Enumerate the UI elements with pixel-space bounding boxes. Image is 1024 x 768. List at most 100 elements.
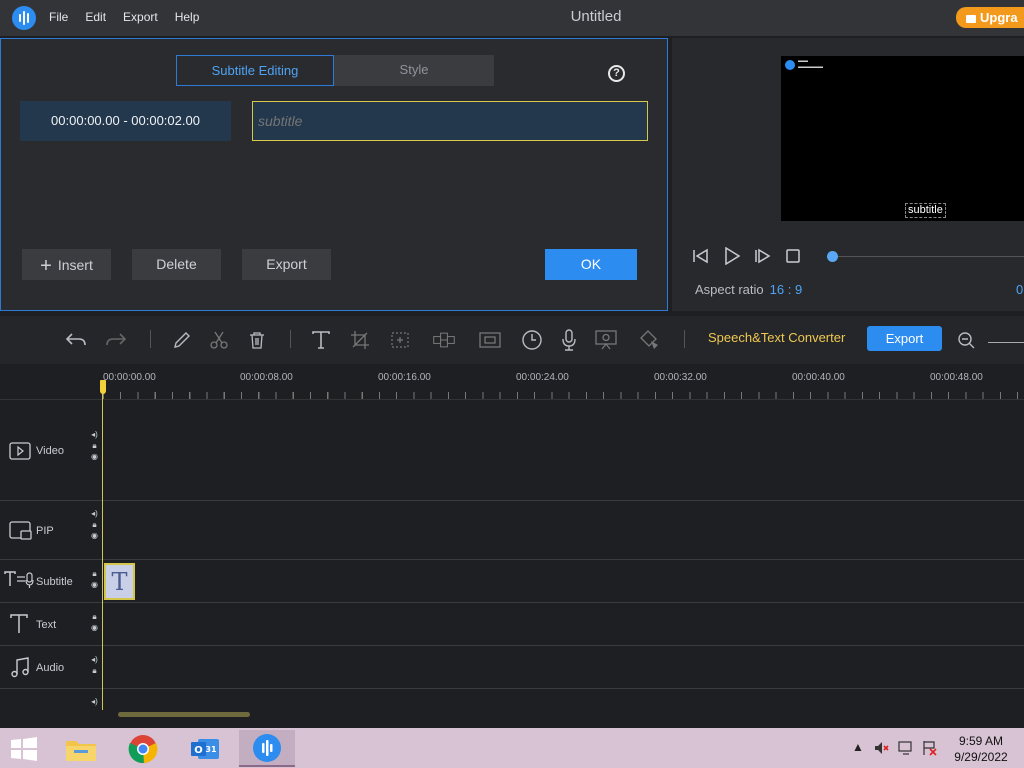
prev-frame-icon[interactable] xyxy=(692,248,710,269)
lock-icon[interactable]: 🔒︎ xyxy=(90,667,99,675)
clock-time: 9:59 AM xyxy=(958,734,1004,748)
ruler-label: 00:00:48.00 xyxy=(930,372,983,383)
speaker-icon[interactable]: ◂) xyxy=(90,656,99,664)
lock-icon[interactable]: 🔒︎ xyxy=(90,442,99,450)
seek-handle[interactable] xyxy=(827,251,838,262)
text-tool-icon[interactable] xyxy=(309,328,333,352)
split-scissors-icon[interactable] xyxy=(207,328,231,352)
ok-button[interactable]: OK xyxy=(545,249,637,280)
delete-button[interactable]: Delete xyxy=(132,249,221,280)
zoom-out-icon[interactable] xyxy=(954,328,978,352)
track-header: Audio ◂) 🔒︎ xyxy=(0,646,102,688)
outlook-icon[interactable]: O 31 xyxy=(177,730,233,767)
play-icon[interactable] xyxy=(723,246,741,270)
tab-style[interactable]: Style xyxy=(334,55,494,86)
preview-time-readout: 0 xyxy=(1016,282,1024,297)
windows-start-icon[interactable] xyxy=(10,737,38,766)
zoom-slider[interactable] xyxy=(988,342,1024,343)
edit-pencil-icon[interactable] xyxy=(170,328,194,352)
speaker-icon[interactable]: ◂) xyxy=(90,698,99,706)
window-title: Untitled xyxy=(570,8,622,25)
track-text[interactable]: Text 🔒︎ ◉ xyxy=(0,603,1024,646)
lock-icon[interactable]: 🔒︎ xyxy=(90,521,99,529)
mosaic-icon[interactable] xyxy=(432,328,456,352)
lock-icon xyxy=(966,15,976,23)
svg-text:O: O xyxy=(194,745,203,756)
next-frame-icon[interactable] xyxy=(754,248,772,269)
eye-icon[interactable]: ◉ xyxy=(90,532,99,540)
duration-clock-icon[interactable] xyxy=(520,328,544,352)
pip-frame-icon[interactable] xyxy=(478,328,502,352)
track-label: PIP xyxy=(36,525,54,537)
screen-record-icon[interactable] xyxy=(594,328,618,352)
toolbar-divider xyxy=(290,330,291,348)
chrome-icon[interactable] xyxy=(115,730,171,767)
microphone-icon[interactable] xyxy=(557,328,581,352)
lock-icon[interactable]: 🔒︎ xyxy=(90,570,99,578)
speaker-icon[interactable]: ◂) xyxy=(90,431,99,439)
subtitle-clip[interactable]: T xyxy=(104,563,135,600)
track-subtitle[interactable]: Subtitle 🔒︎ ◉ xyxy=(0,560,1024,603)
subtitle-editing-panel: Subtitle Editing Style ? 00:00:00.00 - 0… xyxy=(0,38,668,311)
ruler-label: 00:00:16.00 xyxy=(378,372,431,383)
track-header: Video ◂) 🔒︎ ◉ xyxy=(0,401,102,500)
subtitle-text-input[interactable] xyxy=(252,101,648,141)
eye-icon[interactable]: ◉ xyxy=(90,453,99,461)
preview-screen: ▬▬ ▬▬▬▬▬ subtitle xyxy=(781,56,1024,221)
track-pip[interactable]: PIP ◂) 🔒︎ ◉ xyxy=(0,501,1024,560)
system-clock[interactable]: 9:59 AM 9/29/2022 xyxy=(946,733,1016,765)
redo-icon[interactable] xyxy=(104,328,128,352)
stop-icon[interactable] xyxy=(785,248,801,269)
track-label: Subtitle xyxy=(36,576,73,588)
crop-icon[interactable] xyxy=(348,328,372,352)
video-editor-taskbar-icon[interactable] xyxy=(239,730,295,767)
track-controls: ◂) 🔒︎ ◉ xyxy=(90,431,99,461)
windows-taskbar: O 31 ▲ 9:59 AM 9/29/2022 xyxy=(0,728,1024,768)
preview-panel: ▬▬ ▬▬▬▬▬ subtitle Aspect ratio 16 : 9 0 xyxy=(672,38,1024,311)
resize-icon[interactable] xyxy=(388,328,412,352)
help-icon[interactable]: ? xyxy=(608,65,625,82)
track-controls: ◂) 🔒︎ ◉ xyxy=(90,510,99,540)
toolbar-divider xyxy=(684,330,685,348)
volume-muted-icon[interactable] xyxy=(874,740,890,759)
network-icon[interactable] xyxy=(898,740,914,759)
notification-alert-icon[interactable] xyxy=(922,740,938,759)
speaker-icon[interactable]: ◂) xyxy=(90,510,99,518)
toolbar-divider xyxy=(150,330,151,348)
track-label: Audio xyxy=(36,662,65,674)
preview-subtitle-text[interactable]: subtitle xyxy=(905,203,946,218)
export-button[interactable]: Export xyxy=(867,326,942,351)
insert-button[interactable]: + Insert xyxy=(22,249,111,280)
subtitle-track-icon xyxy=(4,571,38,594)
subtitle-time-range[interactable]: 00:00:00.00 - 00:00:02.00 xyxy=(20,101,231,141)
ruler-label: 00:00:32.00 xyxy=(654,372,707,383)
speech-text-converter[interactable]: Speech&Text Converter xyxy=(708,330,845,345)
undo-icon[interactable] xyxy=(64,328,88,352)
timeline-scrollbar[interactable] xyxy=(118,712,250,717)
export-subtitle-button[interactable]: Export xyxy=(242,249,331,280)
playhead-handle[interactable] xyxy=(100,380,106,394)
eye-icon[interactable]: ◉ xyxy=(90,581,99,589)
preview-app-logo-icon xyxy=(785,60,795,70)
aspect-ratio-value[interactable]: 16 : 9 xyxy=(770,282,803,297)
upgrade-button[interactable]: Upgra xyxy=(956,7,1024,28)
delete-trash-icon[interactable] xyxy=(245,328,269,352)
paint-bucket-icon[interactable] xyxy=(637,328,661,352)
track-audio-partial[interactable]: ◂) xyxy=(0,689,1024,728)
tray-overflow-icon[interactable]: ▲ xyxy=(852,740,864,754)
track-controls: ◂) xyxy=(90,698,99,706)
lock-icon[interactable]: 🔒︎ xyxy=(90,613,99,621)
seek-bar[interactable] xyxy=(838,256,1024,257)
timeline-ruler[interactable]: 00:00:00.00 00:00:08.00 00:00:16.00 00:0… xyxy=(0,364,1024,400)
track-audio[interactable]: Audio ◂) 🔒︎ xyxy=(0,646,1024,689)
tab-subtitle-editing[interactable]: Subtitle Editing xyxy=(176,55,334,86)
track-header: ◂) xyxy=(0,689,102,728)
eye-icon[interactable]: ◉ xyxy=(90,624,99,632)
text-track-icon xyxy=(10,614,28,639)
track-header: PIP ◂) 🔒︎ ◉ xyxy=(0,501,102,559)
clock-date: 9/29/2022 xyxy=(954,750,1008,764)
ruler-ticks xyxy=(103,392,1024,399)
track-video[interactable]: Video ◂) 🔒︎ ◉ xyxy=(0,401,1024,501)
file-explorer-icon[interactable] xyxy=(53,730,109,767)
playhead-line[interactable] xyxy=(102,380,103,710)
